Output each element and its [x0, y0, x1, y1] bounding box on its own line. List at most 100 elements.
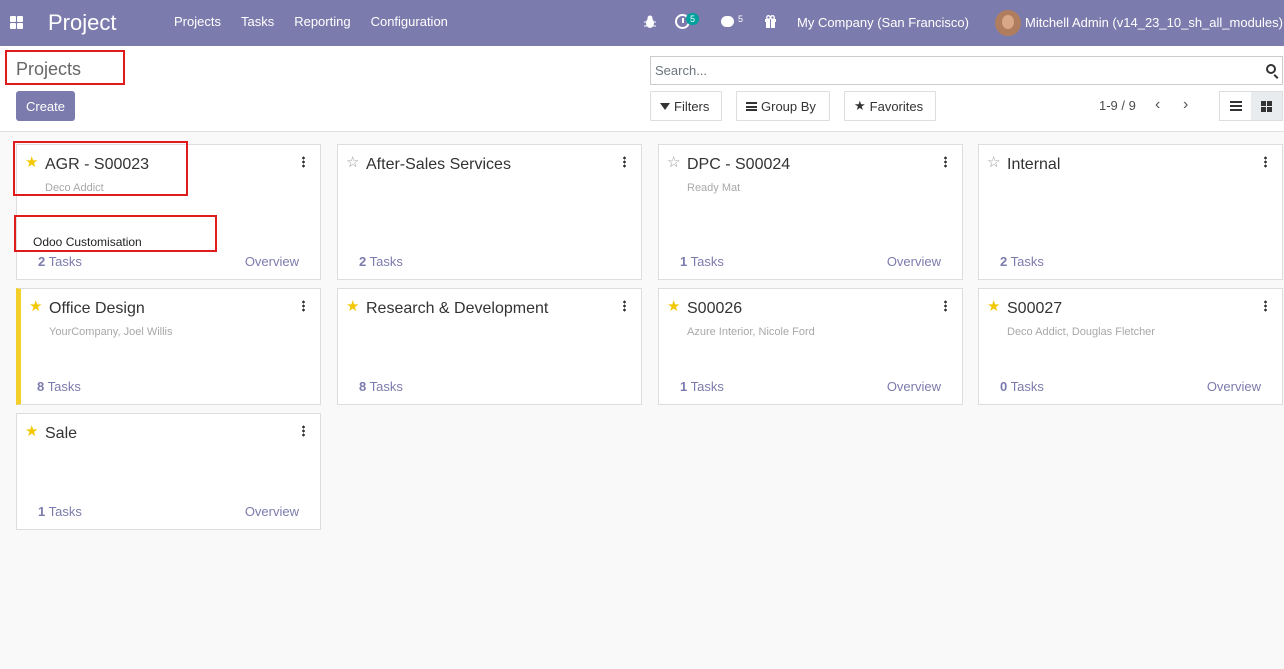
tasks-label: Tasks [369, 254, 403, 269]
tasks-label: Tasks [690, 254, 724, 269]
groupby-label: Group By [761, 98, 816, 114]
card-menu-icon[interactable] [944, 156, 947, 168]
tasks-count: 8 [37, 379, 45, 394]
tasks-link[interactable]: 1 Tasks [680, 254, 724, 269]
pager-value[interactable]: 1-9 / 9 [1099, 98, 1136, 113]
card-menu-icon[interactable] [1264, 156, 1267, 168]
project-title: Sale [45, 425, 78, 442]
card-menu-icon[interactable] [1264, 300, 1267, 312]
menu-configuration[interactable]: Configuration [361, 14, 458, 29]
favorite-star-outline-icon[interactable]: ☆ [987, 155, 1000, 171]
top-navbar: Project Projects Tasks Reporting Configu… [0, 0, 1284, 46]
card-menu-icon[interactable] [623, 156, 626, 168]
chevron-left-icon[interactable]: ‹ [1155, 97, 1160, 113]
menu-projects[interactable]: Projects [164, 14, 231, 29]
favorite-star-outline-icon[interactable]: ☆ [667, 155, 680, 171]
apps-menu-icon[interactable] [10, 16, 23, 29]
overview-link[interactable]: Overview [887, 254, 941, 269]
project-title: Internal [1007, 156, 1061, 173]
menu-reporting[interactable]: Reporting [284, 14, 360, 29]
tasks-label: Tasks [1010, 254, 1044, 269]
star-icon: ★ [854, 98, 866, 113]
favorite-star-icon[interactable]: ★ [346, 299, 359, 315]
card-menu-icon[interactable] [302, 156, 305, 168]
gift-icon[interactable] [764, 15, 777, 28]
tasks-link[interactable]: 1 Tasks [680, 379, 724, 394]
project-partner: Ready Mat [687, 182, 741, 194]
project-partner: Deco Addict, Douglas Fletcher [1007, 326, 1155, 338]
view-switcher [1219, 91, 1283, 121]
tasks-label: Tasks [1010, 379, 1044, 394]
tasks-label: Tasks [690, 379, 724, 394]
project-card[interactable]: ★ S00027 Deco Addict, Douglas Fletcher 0… [978, 288, 1283, 405]
user-avatar[interactable] [995, 10, 1021, 36]
project-title: AGR - S00023 [45, 156, 150, 173]
tasks-label: Tasks [47, 379, 81, 394]
breadcrumb: Projects [16, 59, 82, 79]
kanban-view-button[interactable] [1251, 92, 1282, 120]
favorites-label: Favorites [869, 98, 924, 114]
project-card[interactable]: ★ S00026 Azure Interior, Nicole Ford 1 T… [658, 288, 963, 405]
search-input[interactable] [655, 63, 1255, 78]
overview-link[interactable]: Overview [245, 254, 299, 269]
project-tag: Odoo Customisation [33, 235, 142, 249]
tasks-label: Tasks [48, 254, 82, 269]
app-title[interactable]: Project [48, 10, 116, 36]
tasks-link[interactable]: 2 Tasks [359, 254, 403, 269]
groupby-button[interactable]: Group By [736, 91, 830, 121]
tasks-link[interactable]: 8 Tasks [37, 379, 81, 394]
tasks-count: 1 [680, 379, 688, 394]
project-card[interactable]: ★ Office Design YourCompany, Joel Willis… [16, 288, 321, 405]
control-panel: Projects Create Filters Group By ★ Favor… [0, 46, 1284, 132]
favorite-star-outline-icon[interactable]: ☆ [346, 155, 359, 171]
favorite-star-icon[interactable]: ★ [987, 299, 1000, 315]
filters-button[interactable]: Filters [650, 91, 722, 121]
project-card[interactable]: ★ Research & Development 8 Tasks [337, 288, 642, 405]
tasks-link[interactable]: 2 Tasks [38, 254, 82, 269]
filter-icon [660, 102, 670, 110]
user-menu[interactable]: Mitchell Admin (v14_23_10_sh_all_modules… [1025, 15, 1283, 30]
activity-badge: 5 [686, 13, 700, 25]
project-partner: Deco Addict [45, 182, 104, 194]
overview-link[interactable]: Overview [245, 504, 299, 519]
create-button[interactable]: Create [16, 91, 75, 121]
favorite-star-icon[interactable]: ★ [29, 299, 42, 315]
messaging-chat-icon[interactable] [721, 16, 734, 27]
chevron-right-icon[interactable]: › [1183, 97, 1188, 113]
overview-link[interactable]: Overview [1207, 379, 1261, 394]
card-menu-icon[interactable] [944, 300, 947, 312]
search-icon[interactable] [1266, 64, 1276, 74]
card-menu-icon[interactable] [623, 300, 626, 312]
messages-count: 5 [738, 14, 744, 24]
tasks-link[interactable]: 8 Tasks [359, 379, 403, 394]
overview-link[interactable]: Overview [887, 379, 941, 394]
tasks-label: Tasks [369, 379, 403, 394]
favorite-star-icon[interactable]: ★ [25, 424, 38, 440]
project-card[interactable]: ☆ DPC - S00024 Ready Mat 1 Tasks Overvie… [658, 144, 963, 280]
tasks-count: 2 [359, 254, 367, 269]
menu-tasks[interactable]: Tasks [231, 14, 284, 29]
project-card[interactable]: ★ AGR - S00023 Deco Addict Odoo Customis… [16, 144, 321, 280]
bars-icon [746, 101, 757, 111]
favorite-star-icon[interactable]: ★ [25, 155, 38, 171]
list-icon [1229, 101, 1242, 111]
card-menu-icon[interactable] [302, 300, 305, 312]
tasks-link[interactable]: 2 Tasks [1000, 254, 1044, 269]
project-partner: Azure Interior, Nicole Ford [687, 326, 815, 338]
tasks-link[interactable]: 1 Tasks [38, 504, 82, 519]
company-switcher[interactable]: My Company (San Francisco) [797, 15, 969, 30]
list-view-button[interactable] [1220, 92, 1251, 120]
project-partner: YourCompany, Joel Willis [49, 326, 173, 338]
favorites-button[interactable]: ★ Favorites [844, 91, 936, 121]
debug-bug-icon[interactable] [644, 15, 656, 29]
project-card[interactable]: ☆ Internal 2 Tasks [978, 144, 1283, 280]
tasks-count: 2 [38, 254, 46, 269]
card-menu-icon[interactable] [302, 425, 305, 437]
project-card[interactable]: ★ Sale 1 Tasks Overview [16, 413, 321, 530]
project-title: S00027 [1007, 300, 1063, 317]
project-title: DPC - S00024 [687, 156, 791, 173]
project-card[interactable]: ☆ After-Sales Services 2 Tasks [337, 144, 642, 280]
favorite-star-icon[interactable]: ★ [667, 299, 680, 315]
tasks-link[interactable]: 0 Tasks [1000, 379, 1044, 394]
tasks-label: Tasks [48, 504, 82, 519]
